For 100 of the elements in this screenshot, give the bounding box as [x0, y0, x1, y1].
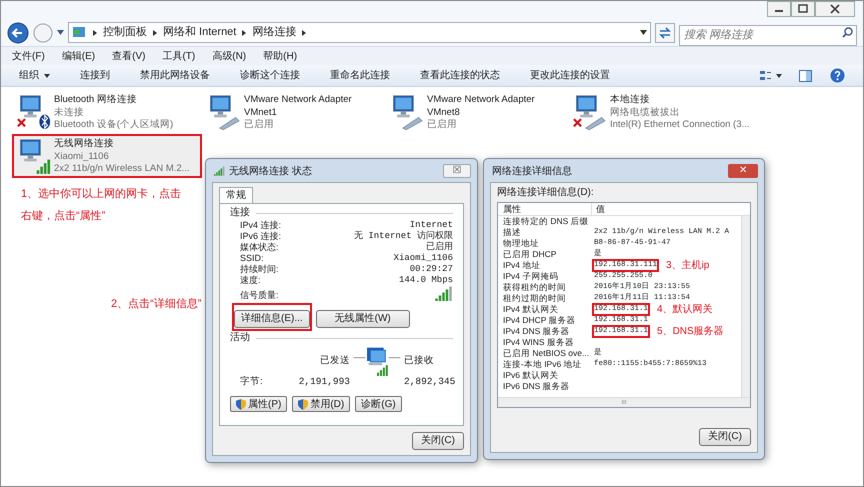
connection-item[interactable]: 本地连接 网络电缆被拔出 Intel(R) Ethernet Connection (3... [568, 90, 768, 134]
control-panel-icon [72, 25, 87, 40]
annotation-text: 3、主机ip [666, 260, 710, 271]
dialog-button[interactable]: 关闭(C) [699, 428, 751, 446]
dialog-button[interactable]: 诊断(G) [355, 396, 402, 412]
bytes-received: 2,892,345 [404, 376, 456, 388]
connection-item[interactable]: VMware Network Adapter VMnet8 已启用 [385, 90, 568, 134]
property-cell-text: IPv6 默认网关 [503, 370, 560, 381]
view-options-icon[interactable] [759, 70, 783, 82]
column-header[interactable]: 属性 [498, 203, 592, 215]
connection-name: Bluetooth 网络连接 [54, 94, 138, 106]
connection-device: Intel(R) Ethernet Connection (3... [610, 119, 750, 132]
address-bar[interactable]: 控制面板 网络和 Internet 网络连接 [68, 22, 651, 43]
menu-item[interactable]: 帮助(H) [263, 48, 298, 64]
close-button[interactable]: ☒ [443, 164, 471, 178]
toolbar-button[interactable]: 禁用此网络设备 [140, 68, 210, 83]
sent-label: 已发送 [319, 355, 350, 367]
toolbar-button[interactable]: 组织 [19, 68, 50, 83]
preview-pane-icon[interactable] [799, 70, 812, 82]
menu-item[interactable]: 编辑(E) [62, 48, 96, 64]
property-cell-text: 租约过期的时间 [503, 293, 567, 304]
toolbar-button[interactable]: 诊断这个连接 [240, 68, 300, 83]
section-heading: 连接 [230, 207, 250, 219]
minimize-icon[interactable] [767, 1, 791, 17]
toolbar-button[interactable]: 连接到 [80, 68, 110, 83]
received-label: 已接收 [404, 355, 435, 367]
connection-item[interactable]: VMware Network Adapter VMnet1 已启用 [202, 90, 385, 134]
breadcrumb[interactable]: 控制面板 [103, 24, 147, 41]
connection-device: Bluetooth 设备(个人区域网) [54, 119, 174, 132]
property-cell-text: IPv4 地址 [503, 260, 542, 271]
section-heading: 活动 [230, 332, 250, 344]
property-cell-text: IPv4 DHCP 服务器 [503, 315, 577, 326]
breadcrumb-arrow-icon [242, 30, 246, 36]
breadcrumb-arrow-icon [302, 30, 306, 36]
list-label: 网络连接详细信息(D): [497, 187, 595, 199]
shield-icon [298, 398, 308, 410]
property-cell-text: 连接特定的 DNS 后缀 [503, 216, 590, 227]
property-cell-text: 已启用 NetBIOS ove... [503, 348, 590, 359]
field-value: 无 Internet 访问权限 [354, 231, 453, 242]
connection-status: 未连接 [54, 106, 85, 119]
breadcrumb-arrow-icon [93, 30, 97, 36]
property-cell-text: 获得租约的时间 [503, 282, 567, 293]
column-header[interactable]: 值 [592, 203, 605, 215]
dialog-button[interactable]: 无线属性(W) [316, 310, 410, 328]
maximize-icon[interactable] [791, 1, 815, 17]
menu-item[interactable]: 查看(V) [112, 48, 146, 64]
annotation-text: 5、DNS服务器 [657, 326, 724, 337]
help-icon[interactable] [830, 68, 845, 83]
field-label: IPv6 连接: [240, 231, 282, 242]
property-cell-text: 描述 [503, 227, 522, 238]
connection-item[interactable]: Bluetooth 网络连接 未连接 Bluetooth 设备(个人区域网) [12, 90, 202, 134]
toolbar-button[interactable]: 重命名此连接 [330, 68, 390, 83]
tab[interactable]: 常规 [219, 187, 253, 203]
search-icon [842, 27, 853, 38]
field-value: 144.0 Mbps [398, 275, 453, 286]
annotation-text: 4、默认网关 [657, 304, 713, 315]
field-label: 持续时间: [240, 264, 279, 275]
connection-name: VMware Network Adapter VMnet1 [244, 94, 353, 119]
dropdown-icon[interactable] [57, 30, 64, 35]
close-button[interactable]: ✕ [728, 164, 758, 178]
refresh-icon[interactable] [655, 22, 675, 42]
property-cell-text: IPv4 子网掩码 [503, 271, 560, 282]
connection-item[interactable]: 无线网络连接 Xiaomi_1106 2x2 11b/g/n Wireless LAN M.2... [12, 134, 202, 178]
connection-status: 网络电缆被拔出 [610, 106, 681, 119]
breadcrumb[interactable]: 网络和 Internet [163, 24, 236, 41]
field-value: 00:29:27 [410, 264, 453, 275]
close-icon[interactable] [815, 1, 855, 17]
property-cell-text: 连接-本地 IPv6 地址 [503, 359, 583, 370]
shield-icon [236, 398, 246, 410]
back-icon[interactable] [7, 22, 29, 44]
connection-device: 2x2 11b/g/n Wireless LAN M.2... [54, 163, 190, 176]
dialog-button[interactable]: 关闭(C) [412, 432, 464, 450]
toolbar-button[interactable]: 查看此连接的状态 [420, 68, 500, 83]
bytes-sent: 2,191,993 [298, 376, 350, 388]
property-cell-text: IPv4 DNS 服务器 [503, 326, 571, 337]
field-label: 媒体状态: [240, 242, 279, 253]
menu-item[interactable]: 高级(N) [212, 48, 246, 64]
property-cell-text: 已启用 DHCP [503, 249, 558, 260]
menu-item[interactable]: 文件(F) [12, 48, 45, 64]
breadcrumb[interactable]: 网络连接 [252, 24, 296, 41]
connection-name: 无线网络连接 [54, 138, 115, 150]
dialog-button[interactable]: 禁用(D) [292, 396, 350, 412]
breadcrumb-arrow-icon [153, 30, 157, 36]
annotation-text: 1、选中你可以上网的网卡，点击右键，点击“属性” [21, 186, 182, 224]
property-cell-text: IPv4 默认网关 [503, 304, 560, 315]
dialog-button[interactable]: 属性(P) [230, 396, 288, 412]
connection-status: Xiaomi_1106 [54, 150, 110, 163]
menu-item[interactable]: 工具(T) [162, 48, 196, 64]
dialog-title: 无线网络连接 状态 [229, 164, 313, 178]
dropdown-icon[interactable] [640, 30, 647, 35]
property-cell-text: 物理地址 [503, 238, 540, 249]
search-field[interactable]: 搜索 网络连接 [679, 24, 857, 46]
connection-name: VMware Network Adapter VMnet8 [427, 94, 536, 119]
field-label: 速度: [240, 275, 261, 286]
toolbar-button[interactable]: 更改此连接的设置 [530, 68, 610, 83]
signal-icon [214, 166, 225, 176]
field-label: 信号质量: [240, 290, 279, 301]
dialog-button[interactable]: 详细信息(E)... [234, 310, 310, 328]
field-value: Xiaomi_1106 [394, 253, 453, 264]
field-label: IPv4 连接: [240, 220, 282, 231]
